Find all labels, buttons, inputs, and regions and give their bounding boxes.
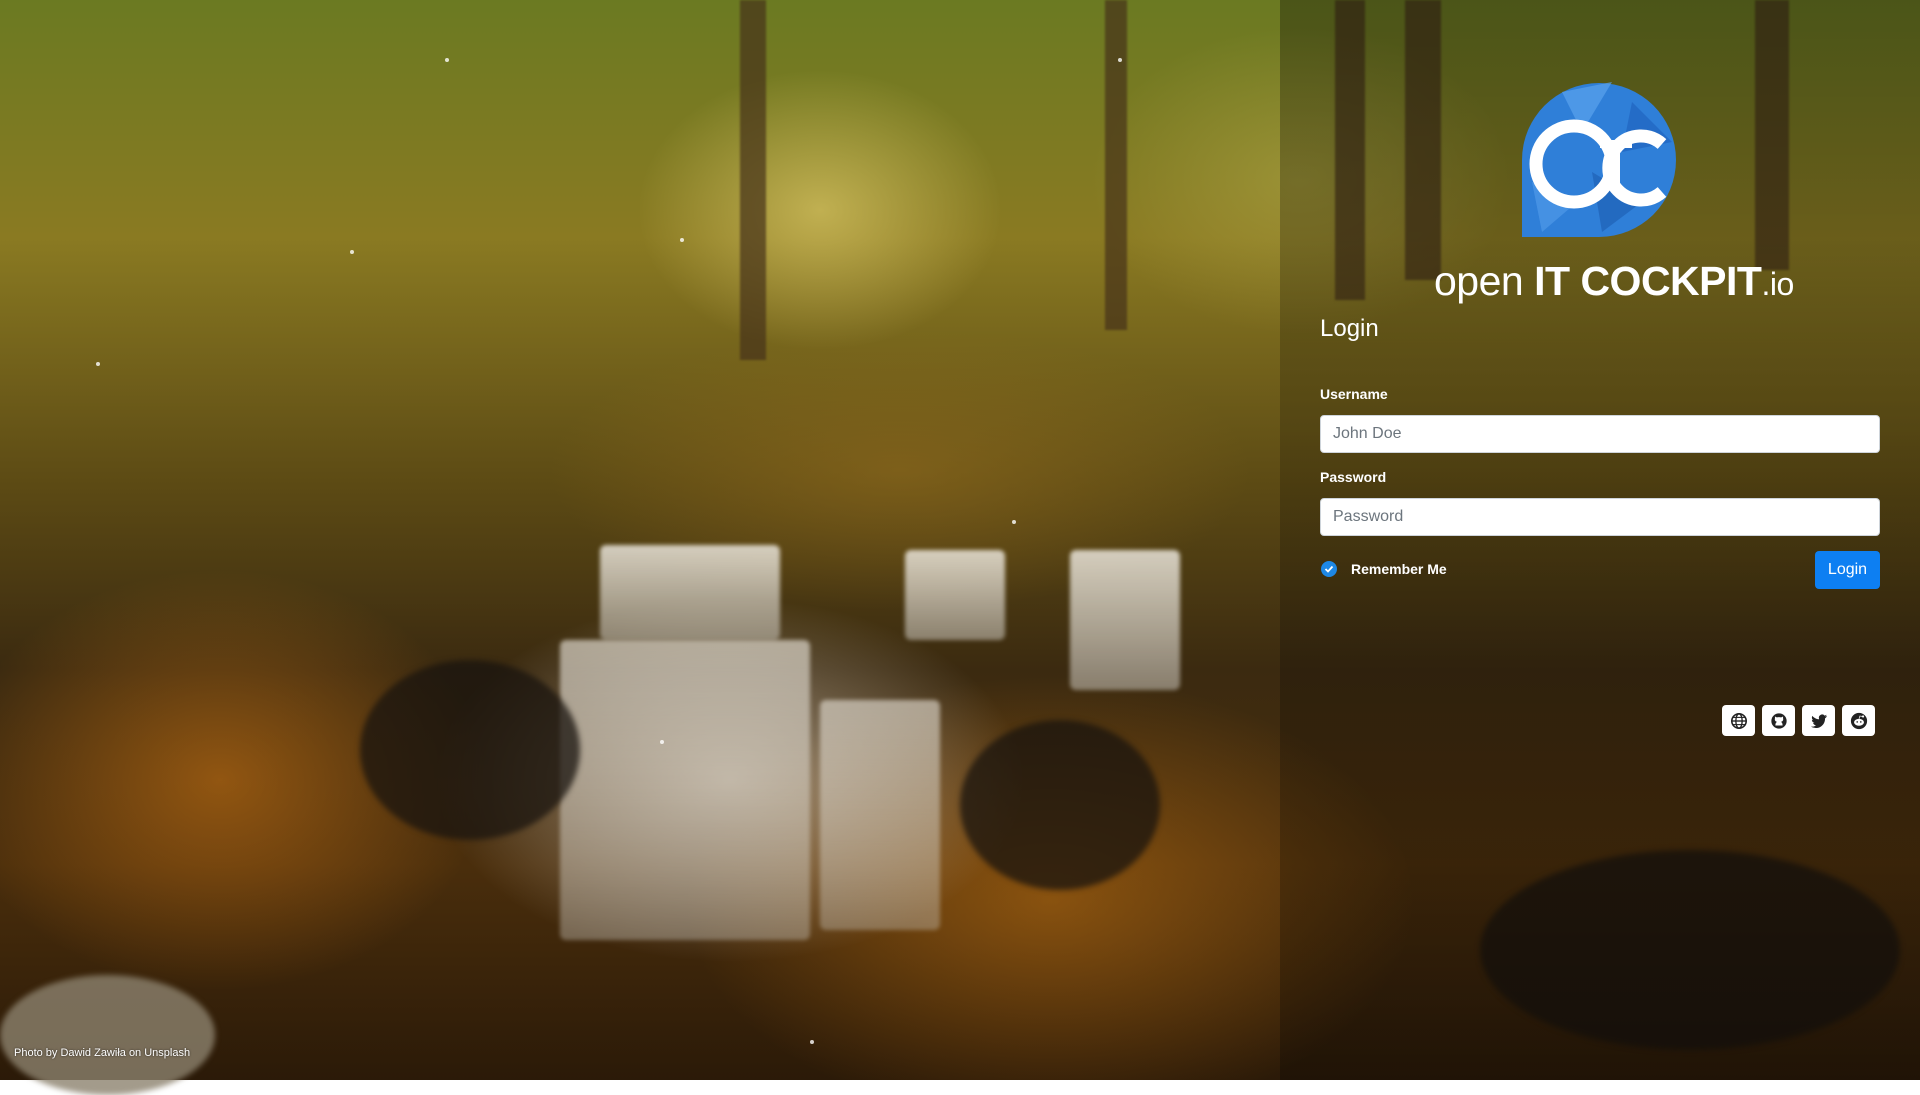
remember-me-checkbox[interactable] [1321, 561, 1337, 577]
username-label: Username [1320, 386, 1388, 402]
oitc-logo-icon [1522, 82, 1677, 237]
github-link[interactable] [1762, 705, 1795, 736]
password-input[interactable] [1320, 498, 1880, 536]
particle [1118, 58, 1122, 62]
particle [350, 250, 354, 254]
rock [0, 975, 215, 1095]
twitter-icon [1810, 713, 1827, 728]
rock [360, 660, 580, 840]
waterfall [600, 545, 780, 640]
tree-trunk [740, 0, 766, 360]
remember-me-label[interactable]: Remember Me [1351, 561, 1447, 577]
particle [1012, 520, 1016, 524]
waterfall [560, 640, 810, 940]
username-input[interactable] [1320, 415, 1880, 453]
particle [680, 238, 684, 242]
tree-trunk [1105, 0, 1127, 330]
particle [96, 362, 100, 366]
globe-icon [1730, 712, 1747, 729]
checkmark-icon [1324, 565, 1334, 573]
brand-wordmark: open IT COCKPIT.io [1434, 258, 1794, 305]
waterfall [1070, 550, 1180, 690]
particle [660, 740, 664, 744]
brand-io: .io [1761, 266, 1794, 302]
remember-me[interactable]: Remember Me [1321, 561, 1447, 577]
particle [810, 1040, 814, 1044]
rock [960, 720, 1160, 890]
github-icon [1770, 712, 1787, 729]
brand-open: open [1434, 258, 1524, 304]
twitter-link[interactable] [1802, 705, 1835, 736]
reddit-icon [1850, 712, 1867, 729]
waterfall [905, 550, 1005, 640]
login-button[interactable]: Login [1815, 551, 1880, 589]
waterfall [820, 700, 940, 930]
password-label: Password [1320, 469, 1387, 485]
reddit-link[interactable] [1842, 705, 1875, 736]
photo-credit: Photo by Dawid Zawiła on Unsplash [14, 1047, 191, 1059]
brand-it-cockpit: IT COCKPIT [1534, 258, 1762, 304]
website-link[interactable] [1722, 705, 1755, 736]
particle [445, 58, 449, 62]
login-heading: Login [1320, 315, 1379, 342]
